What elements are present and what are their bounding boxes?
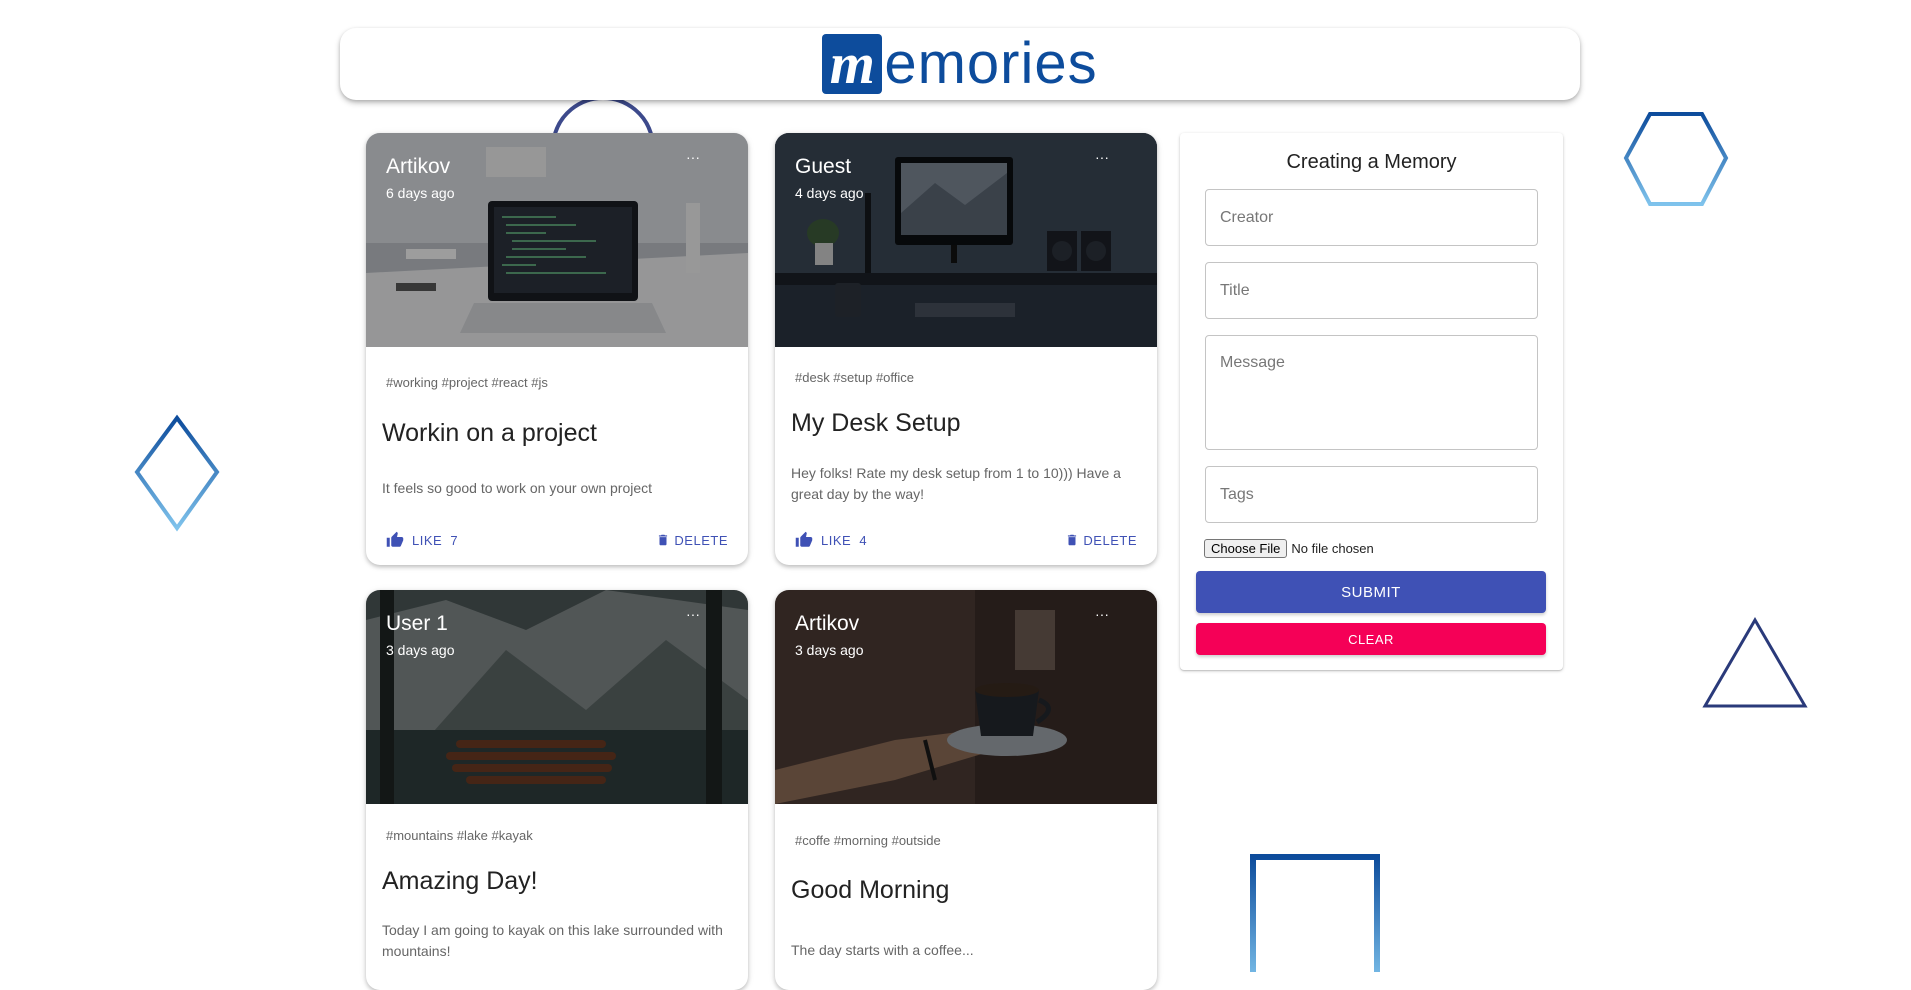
- like-button[interactable]: LIKE 7: [386, 531, 458, 549]
- decorative-triangle-icon: [1702, 617, 1808, 708]
- title-field[interactable]: [1205, 262, 1538, 319]
- choose-file-button[interactable]: Choose File: [1204, 539, 1288, 558]
- trash-icon: [1068, 534, 1077, 546]
- more-horiz-icon[interactable]: ···: [1095, 606, 1109, 622]
- app-header: m emories: [340, 28, 1580, 100]
- post-creator: Guest: [795, 155, 852, 178]
- creator-field[interactable]: [1205, 189, 1538, 246]
- decorative-hexagon-icon: [1623, 112, 1729, 206]
- form-title: Creating a Memory: [1286, 151, 1457, 173]
- post-tags: #mountains #lake #kayak: [386, 828, 533, 843]
- post-title: Good Morning: [791, 876, 950, 904]
- more-horiz-icon[interactable]: ···: [686, 606, 700, 622]
- post-tags: #desk #setup #office: [795, 370, 915, 385]
- post-time: 3 days ago: [795, 642, 864, 658]
- logo-text: emories: [884, 31, 1098, 96]
- post-title: Amazing Day!: [382, 867, 538, 895]
- post-message: It feels so good to work on your own pro…: [382, 480, 653, 496]
- post-creator: Artikov: [795, 612, 860, 635]
- thumb-up-icon: [795, 531, 813, 547]
- logo-badge: m: [822, 34, 883, 94]
- delete-button[interactable]: DELETE: [656, 532, 728, 548]
- decorative-diamond-icon: [134, 414, 220, 532]
- post-card: Artikov 3 days ago ··· #coffe #morning #…: [775, 590, 1157, 990]
- memory-form: Creating a Memory Choose File No file ch…: [1180, 133, 1563, 670]
- post-time: 6 days ago: [386, 185, 455, 201]
- post-message: The day starts with a coffee...: [791, 942, 974, 958]
- more-horiz-icon[interactable]: ···: [686, 149, 700, 165]
- like-button[interactable]: LIKE 4: [795, 531, 867, 549]
- post-image: Artikov 6 days ago ···: [366, 133, 748, 347]
- logo-letter: m: [829, 34, 875, 94]
- submit-button[interactable]: SUBMIT: [1196, 571, 1546, 613]
- post-card: User 1 3 days ago ··· #mountains #lake #…: [366, 590, 748, 990]
- delete-button[interactable]: DELETE: [1065, 532, 1137, 548]
- memories-logo: m emories: [822, 34, 1097, 94]
- like-count: 7: [450, 532, 459, 548]
- card-actions: LIKE 7 DELETE: [386, 528, 728, 552]
- more-horiz-icon[interactable]: ···: [1095, 149, 1109, 165]
- post-tags: #coffe #morning #outside: [795, 833, 941, 848]
- thumb-up-icon: [386, 531, 404, 547]
- post-creator: User 1: [386, 612, 448, 635]
- file-status: No file chosen: [1291, 541, 1374, 556]
- post-title: Workin on a project: [382, 419, 597, 447]
- card-actions: LIKE 4 DELETE: [795, 528, 1137, 552]
- post-card: Artikov 6 days ago ··· #working #project…: [366, 133, 748, 565]
- post-time: 4 days ago: [795, 185, 864, 201]
- post-card: Guest 4 days ago ··· #desk #setup #offic…: [775, 133, 1157, 565]
- message-field[interactable]: [1205, 335, 1538, 450]
- file-input: Choose File No file chosen: [1204, 539, 1374, 558]
- post-title: My Desk Setup: [791, 409, 961, 437]
- like-label: LIKE: [412, 532, 443, 548]
- clear-button[interactable]: CLEAR: [1196, 623, 1546, 655]
- trash-icon: [659, 534, 668, 546]
- tags-field[interactable]: [1205, 466, 1538, 523]
- decorative-square-icon: [1250, 854, 1380, 972]
- post-image: User 1 3 days ago ···: [366, 590, 748, 804]
- post-message: Hey folks! Rate my desk setup from 1 to …: [791, 465, 1121, 502]
- like-label: LIKE: [821, 532, 852, 548]
- post-image: Artikov 3 days ago ···: [775, 590, 1157, 804]
- post-tags: #working #project #react #js: [386, 375, 548, 390]
- delete-label: DELETE: [674, 532, 728, 548]
- post-message: Today I am going to kayak on this lake s…: [382, 922, 723, 959]
- delete-label: DELETE: [1083, 532, 1137, 548]
- post-time: 3 days ago: [386, 642, 455, 658]
- post-creator: Artikov: [386, 155, 451, 178]
- like-count: 4: [859, 532, 868, 548]
- post-image: Guest 4 days ago ···: [775, 133, 1157, 347]
